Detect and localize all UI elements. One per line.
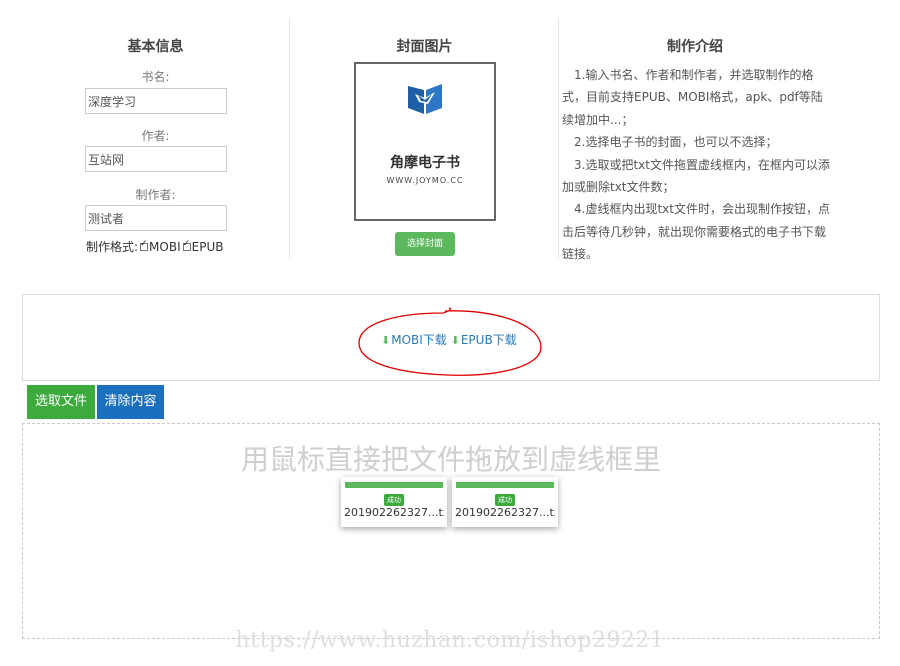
epub-option-label: EPUB — [191, 240, 224, 254]
file-status-badge: 成功 — [384, 494, 404, 506]
intro-panel: 制作介绍 1.输入书名、作者和制作者，并选取制作的格式，目前支持EPUB、MOB… — [560, 18, 830, 261]
intro-step-2: 2.选择电子书的封面，也可以不选择； — [574, 135, 778, 150]
intro-title: 制作介绍 — [667, 39, 723, 55]
mobi-option-label: MOBI — [149, 240, 181, 254]
file-card[interactable]: 成功 201902262327...txt — [452, 477, 558, 527]
cover-brand-url: WWW.JOYMO.CC — [386, 176, 464, 185]
epub-download-link[interactable]: EPUB下载 — [461, 333, 517, 347]
book-name-label: 书名: — [141, 70, 170, 84]
select-files-button[interactable]: 选取文件 — [27, 385, 95, 419]
book-name-input[interactable] — [85, 88, 227, 114]
maker-label: 制作者: — [135, 188, 176, 202]
file-dropzone[interactable]: 用鼠标直接把文件拖放到虚线框里 成功 201902262327...txt 成功… — [22, 423, 880, 639]
clear-content-button[interactable]: 清除内容 — [97, 385, 164, 419]
basic-info-title: 基本信息 — [127, 39, 184, 55]
author-label: 作者: — [141, 129, 170, 143]
cover-panel: 封面图片 角摩电子书 WWW.JOYMO.CC 选择封面 — [291, 18, 559, 258]
book-logo-icon — [408, 84, 442, 114]
file-progress-bar — [345, 482, 443, 488]
download-arrow-icon: ⬇ — [381, 334, 391, 347]
download-arrow-icon: ⬇ — [450, 334, 460, 347]
intro-step-1: 1.输入书名、作者和制作者，并选取制作的格式，目前支持EPUB、MOBI格式，a… — [562, 68, 823, 127]
download-links: ⬇MOBI下载 ⬇EPUB下载 — [381, 331, 517, 348]
cover-brand-name: 角摩电子书 — [390, 155, 460, 171]
cover-title: 封面图片 — [396, 39, 453, 55]
download-panel: ⬇MOBI下载 ⬇EPUB下载 — [22, 294, 880, 381]
file-name: 201902262327...txt — [455, 506, 555, 519]
author-input[interactable] — [85, 146, 227, 172]
basic-info-panel: 基本信息 书名: 作者: 制作者: 制作格式: MOBI EPUB — [22, 18, 290, 258]
maker-input[interactable] — [85, 205, 227, 231]
epub-checkbox[interactable] — [182, 239, 191, 251]
select-cover-button[interactable]: 选择封面 — [395, 232, 455, 256]
file-progress-bar — [456, 482, 554, 488]
mobi-checkbox[interactable] — [140, 239, 149, 251]
dropzone-hint: 用鼠标直接把文件拖放到虚线框里 — [240, 443, 661, 476]
file-status-badge: 成功 — [495, 494, 515, 506]
watermark-text: https://www.huzhan.com/ishop29221 — [235, 628, 665, 653]
file-name: 201902262327...txt — [344, 506, 444, 519]
file-card[interactable]: 成功 201902262327...txt — [341, 477, 447, 527]
intro-step-4: 4.虚线框内出现txt文件时，会出现制作按钮，点击后等待几秒钟，就出现你需要格式… — [562, 202, 830, 262]
intro-text: 1.输入书名、作者和制作者，并选取制作的格式，目前支持EPUB、MOBI格式，a… — [562, 64, 830, 266]
intro-step-3: 3.选取或把txt文件拖置虚线框内，在框内可以添加或删除txt文件数； — [562, 157, 830, 195]
mobi-download-link[interactable]: MOBI下载 — [391, 333, 447, 347]
cover-preview: 角摩电子书 WWW.JOYMO.CC — [354, 62, 496, 221]
format-row: 制作格式: MOBI EPUB — [86, 238, 223, 255]
format-label: 制作格式: — [86, 240, 139, 254]
